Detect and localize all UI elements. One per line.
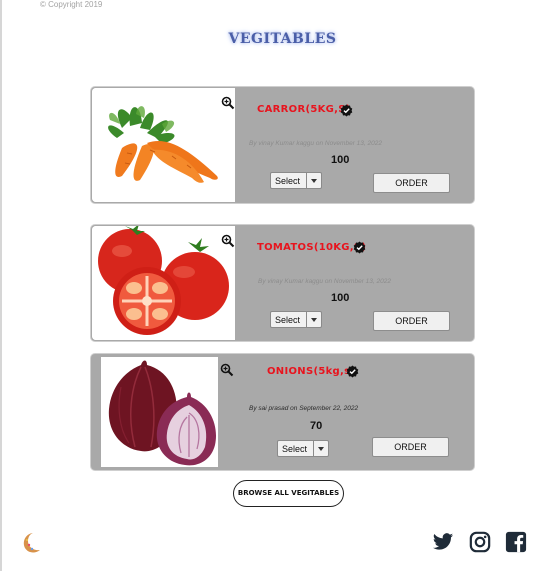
product-name[interactable]: TOMATOS(10KG,S) <box>257 242 366 253</box>
crescent-logo-icon[interactable] <box>22 532 42 554</box>
select-label: Select <box>275 315 301 325</box>
select-label: Select <box>282 444 308 454</box>
verified-badge-icon <box>346 365 359 378</box>
facebook-icon[interactable] <box>505 531 527 553</box>
verified-badge-icon <box>353 241 366 254</box>
product-card-tomato: TOMATOS(10KG,S) By vinay Kumar kaggu on … <box>90 224 475 342</box>
product-card-onion: ONIONS(5kg,s) By sai prasad on September… <box>90 353 475 471</box>
author-byline: By vinay Kumar kaggu on November 13, 202… <box>249 140 382 147</box>
verified-badge-icon <box>340 104 353 117</box>
twitter-icon[interactable] <box>432 531 454 553</box>
quantity-select[interactable]: Select <box>270 172 322 189</box>
select-label: Select <box>275 176 301 186</box>
carrot-image <box>92 88 235 202</box>
product-card-carrot: CARROR(5KG,S) By vinay Kumar kaggu on No… <box>90 86 475 204</box>
quantity-select[interactable]: Select <box>277 440 329 457</box>
author-byline: By vinay Kumar kaggu on November 13, 202… <box>258 278 391 285</box>
instagram-icon[interactable] <box>469 531 491 553</box>
chevron-down-icon <box>306 173 321 188</box>
zoom-in-icon[interactable] <box>221 234 235 248</box>
copyright-text: © Copyright 2019 <box>40 0 103 9</box>
product-name[interactable]: CARROR(5KG,S) <box>257 104 351 115</box>
product-image-onion[interactable] <box>101 357 218 467</box>
chevron-down-icon <box>313 441 328 456</box>
zoom-in-icon[interactable] <box>220 363 234 377</box>
onion-image <box>101 357 218 467</box>
author-byline: By sai prasad on September 22, 2022 <box>249 405 359 412</box>
browse-all-button[interactable]: BROWSE ALL VEGITABLES <box>233 480 344 507</box>
product-image-carrot[interactable] <box>92 88 235 202</box>
order-button[interactable]: ORDER <box>373 311 450 331</box>
order-button[interactable]: ORDER <box>373 173 450 193</box>
tomato-image <box>92 226 235 340</box>
order-button[interactable]: ORDER <box>372 437 449 457</box>
left-border <box>0 0 2 571</box>
product-price: 100 <box>331 292 350 304</box>
zoom-in-icon[interactable] <box>221 96 235 110</box>
product-image-tomato[interactable] <box>92 226 235 340</box>
chevron-down-icon <box>306 312 321 327</box>
product-name[interactable]: ONIONS(5kg,s) <box>267 366 355 377</box>
product-price: 70 <box>310 420 323 432</box>
page-title: VEGITABLES <box>228 31 337 47</box>
product-price: 100 <box>331 154 350 166</box>
quantity-select[interactable]: Select <box>270 311 322 328</box>
